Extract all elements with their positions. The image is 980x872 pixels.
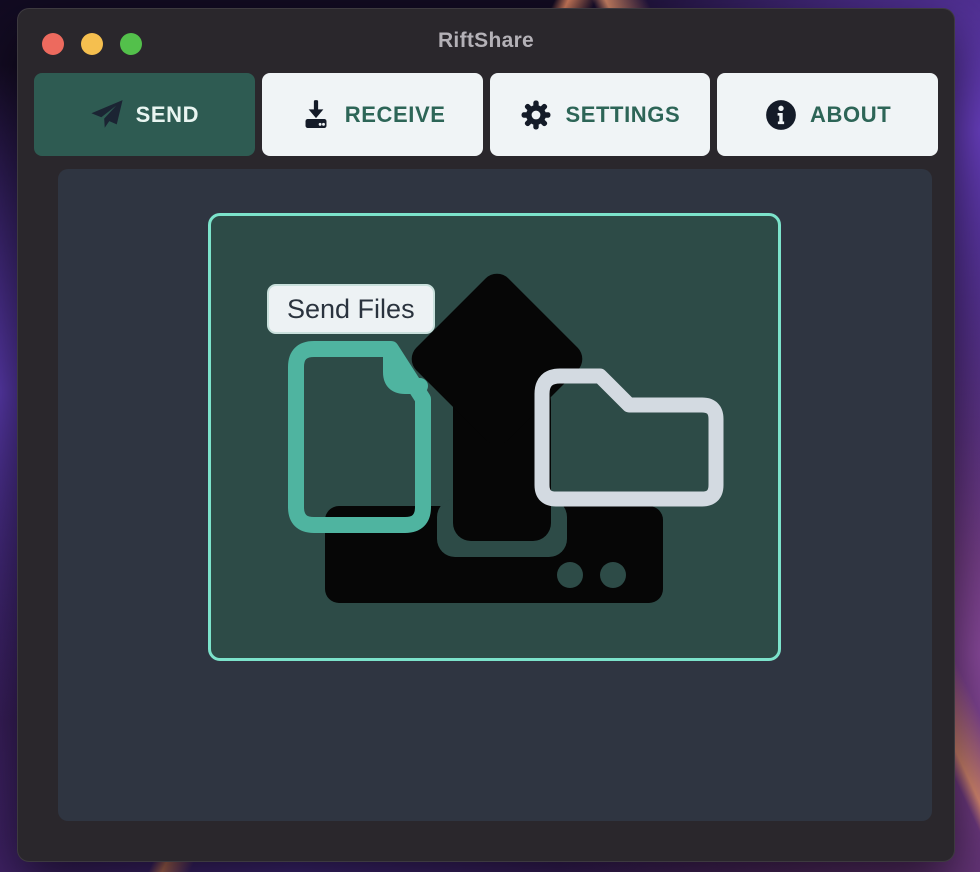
send-files-button[interactable]: Send Files [267,284,435,334]
tab-settings[interactable]: SETTINGS [490,73,711,156]
window-title: RiftShare [18,9,954,73]
send-files-label: Send Files [287,294,415,325]
tab-receive-label: RECEIVE [345,102,446,128]
file-drop-zone[interactable]: Send Files [208,213,781,661]
tab-bar: SEND RECEIVE [34,73,938,156]
paper-plane-icon [90,98,124,132]
info-icon [764,98,798,132]
tab-settings-label: SETTINGS [565,102,680,128]
file-icon [296,349,423,525]
riftshare-window: RiftShare SEND RECEIVE [17,8,955,862]
tab-about[interactable]: ABOUT [717,73,938,156]
gear-icon [519,98,553,132]
tab-receive[interactable]: RECEIVE [262,73,483,156]
upload-illustration [208,213,781,661]
title-bar[interactable]: RiftShare [18,9,954,73]
tab-send[interactable]: SEND [34,73,255,156]
download-icon [299,98,333,132]
content-panel: Send Files [58,169,932,821]
folder-icon [542,376,716,499]
tab-send-label: SEND [136,102,200,128]
tab-about-label: ABOUT [810,102,891,128]
